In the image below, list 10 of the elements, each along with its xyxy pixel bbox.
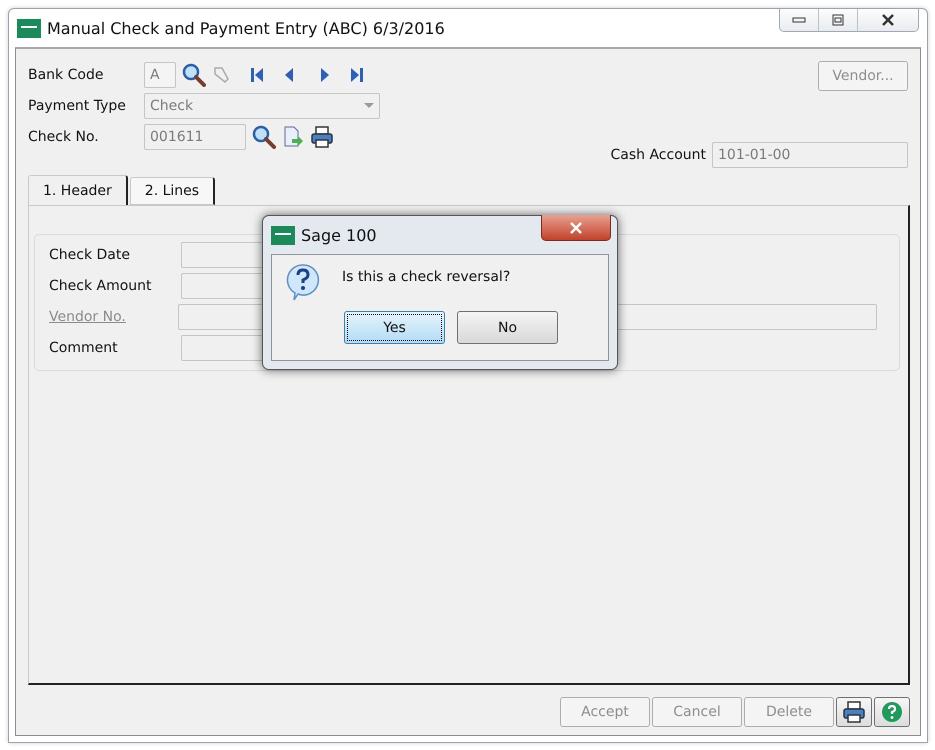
field-label: Check Date xyxy=(49,247,131,263)
field-label: Check No. xyxy=(28,129,100,145)
field-label: Cash Account xyxy=(610,147,706,163)
field-label: Check Amount xyxy=(49,278,153,294)
field-label: Payment Type xyxy=(28,98,127,114)
window-title: Manual Check and Payment Entry (ABC) 6/3/2016 xyxy=(47,18,446,38)
dialog-title: Sage 100 xyxy=(301,226,377,244)
dialog-message: Is this a check reversal? xyxy=(342,268,510,285)
field-label: Bank Code xyxy=(28,67,104,83)
field-label: Comment xyxy=(49,340,119,356)
